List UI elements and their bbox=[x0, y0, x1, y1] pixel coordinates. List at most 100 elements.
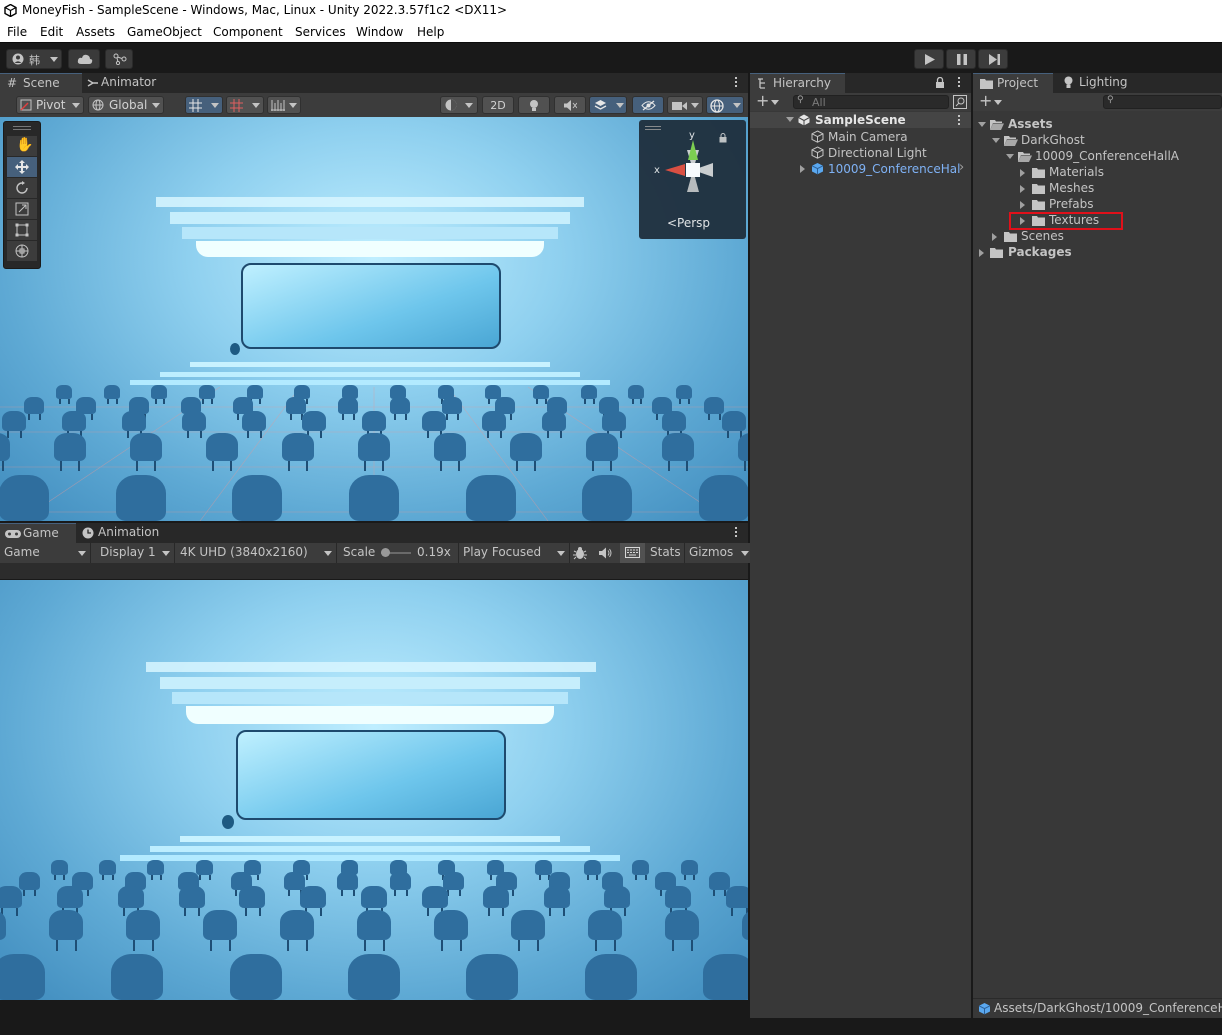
tab-animator[interactable]: Animator bbox=[82, 73, 162, 93]
game-menu-icon[interactable] bbox=[735, 527, 738, 539]
chevron-down-icon bbox=[741, 551, 749, 556]
stats-button[interactable]: Stats bbox=[650, 545, 681, 559]
drag-handle-icon[interactable] bbox=[13, 126, 31, 130]
grid-snap-button[interactable] bbox=[185, 96, 223, 114]
menu-edit[interactable]: Edit bbox=[40, 25, 63, 39]
move-tool[interactable] bbox=[7, 157, 37, 177]
game-viewport[interactable] bbox=[0, 580, 748, 1000]
tab-lighting-label: Lighting bbox=[1079, 75, 1128, 89]
chevron-down-icon[interactable] bbox=[771, 100, 779, 105]
unity-scene-icon bbox=[798, 114, 810, 126]
global-dropdown[interactable]: Global bbox=[88, 96, 164, 114]
hierarchy-item-conference-hall[interactable]: 10009_ConferenceHal › bbox=[750, 160, 971, 177]
bug-icon[interactable] bbox=[573, 546, 587, 560]
chair bbox=[580, 385, 597, 399]
chair bbox=[24, 397, 44, 414]
step-button[interactable] bbox=[978, 49, 1008, 69]
menu-help[interactable]: Help bbox=[417, 25, 444, 39]
expand-arrow-icon[interactable] bbox=[1020, 169, 1025, 177]
scene-header-row[interactable]: SampleScene bbox=[750, 112, 971, 128]
speaker-object bbox=[230, 343, 240, 355]
chair-leg bbox=[151, 940, 154, 951]
effects-button[interactable] bbox=[589, 96, 627, 114]
tab-lighting[interactable]: Lighting bbox=[1053, 73, 1143, 93]
scene-viewport[interactable]: ✋ y x <Persp bbox=[0, 117, 748, 521]
expand-arrow-icon[interactable] bbox=[786, 117, 794, 122]
gizmos-dropdown[interactable]: Gizmos bbox=[684, 543, 751, 563]
chair bbox=[602, 411, 626, 431]
speaker-icon[interactable] bbox=[599, 547, 613, 559]
hand-tool[interactable]: ✋ bbox=[7, 136, 37, 156]
rotate-tool[interactable] bbox=[7, 178, 37, 198]
play-button[interactable] bbox=[914, 49, 944, 69]
menu-services[interactable]: Services bbox=[295, 25, 346, 39]
scale-label: Scale bbox=[343, 545, 376, 559]
visibility-toggle[interactable] bbox=[632, 96, 664, 114]
chair-leg bbox=[712, 890, 715, 897]
expand-arrow-icon[interactable] bbox=[1020, 185, 1025, 193]
menu-file[interactable]: File bbox=[7, 25, 27, 39]
expand-arrow-icon[interactable] bbox=[800, 165, 805, 173]
keyboard-toggle[interactable] bbox=[620, 543, 645, 563]
rect-tool[interactable] bbox=[7, 220, 37, 240]
expand-arrow-icon[interactable] bbox=[979, 249, 984, 257]
search-scene-icon[interactable] bbox=[953, 95, 967, 109]
hierarchy-item-main-camera[interactable]: Main Camera bbox=[750, 129, 971, 145]
projection-label[interactable]: <Persp bbox=[667, 216, 710, 230]
expand-arrow-icon[interactable] bbox=[992, 233, 997, 241]
resolution-dropdown[interactable]: 4K UHD (3840x2160) bbox=[176, 543, 337, 563]
prefab-cube-icon bbox=[811, 163, 824, 175]
chair-leg bbox=[183, 908, 186, 916]
chair-leg bbox=[490, 875, 493, 881]
menu-gameobject[interactable]: GameObject bbox=[127, 25, 202, 39]
display-dropdown[interactable]: Display 1 bbox=[92, 543, 175, 563]
folder-open-icon bbox=[1004, 136, 1018, 146]
chevron-down-icon[interactable] bbox=[994, 100, 1002, 105]
project-search-input[interactable]: ⚲ bbox=[1103, 95, 1222, 109]
expand-arrow-icon[interactable] bbox=[978, 122, 986, 127]
ruler-button[interactable] bbox=[267, 96, 301, 114]
tab-scene[interactable]: # Scene bbox=[0, 73, 82, 93]
scale-tool[interactable] bbox=[7, 199, 37, 219]
gizmos-button[interactable] bbox=[706, 96, 744, 114]
pivot-dropdown[interactable]: Pivot bbox=[16, 96, 84, 114]
scale-slider-thumb[interactable] bbox=[381, 548, 390, 557]
play-mode-dropdown[interactable]: Play Focused bbox=[458, 543, 570, 563]
expand-arrow-icon[interactable] bbox=[992, 138, 1000, 143]
chair-leg bbox=[352, 890, 355, 897]
audio-toggle[interactable] bbox=[554, 96, 586, 114]
account-button[interactable]: 韩 bbox=[6, 49, 62, 69]
hierarchy-item-directional-light[interactable]: Directional Light bbox=[750, 145, 971, 161]
tab-animation[interactable]: Animation bbox=[76, 523, 166, 543]
add-icon[interactable]: + bbox=[756, 91, 769, 110]
menu-window[interactable]: Window bbox=[356, 25, 403, 39]
lighting-toggle[interactable] bbox=[518, 96, 550, 114]
expand-arrow-icon[interactable] bbox=[1020, 201, 1025, 209]
tab-hierarchy[interactable]: Hierarchy bbox=[750, 73, 845, 93]
chevron-right-icon[interactable]: › bbox=[959, 160, 964, 175]
increment-snap-button[interactable] bbox=[226, 96, 264, 114]
hierarchy-search-input[interactable]: ⚲ All bbox=[793, 95, 949, 109]
chair bbox=[206, 433, 238, 461]
menu-assets[interactable]: Assets bbox=[76, 25, 115, 39]
shading-mode-button[interactable] bbox=[440, 96, 478, 114]
game-view-dropdown[interactable]: Game bbox=[0, 543, 91, 563]
hierarchy-menu-icon[interactable] bbox=[958, 77, 961, 89]
2d-toggle[interactable]: 2D bbox=[482, 96, 514, 114]
cloud-button[interactable] bbox=[68, 49, 100, 69]
pause-button[interactable] bbox=[946, 49, 976, 69]
orientation-gizmo[interactable]: y x <Persp bbox=[639, 120, 746, 239]
scene-menu-icon[interactable] bbox=[735, 77, 738, 89]
ceiling-panel bbox=[156, 197, 584, 207]
tab-game[interactable]: Game bbox=[0, 523, 76, 543]
lock-icon[interactable] bbox=[935, 77, 945, 88]
transform-tool[interactable] bbox=[7, 241, 37, 261]
add-icon[interactable]: + bbox=[979, 91, 992, 110]
tab-project[interactable]: Project bbox=[973, 73, 1053, 93]
project-tabbar: Project Lighting bbox=[973, 73, 1222, 93]
menu-component[interactable]: Component bbox=[213, 25, 283, 39]
collab-button[interactable] bbox=[105, 49, 133, 69]
scene-row-menu-icon[interactable] bbox=[958, 115, 961, 127]
camera-settings-button[interactable] bbox=[667, 96, 703, 114]
expand-arrow-icon[interactable] bbox=[1006, 154, 1014, 159]
